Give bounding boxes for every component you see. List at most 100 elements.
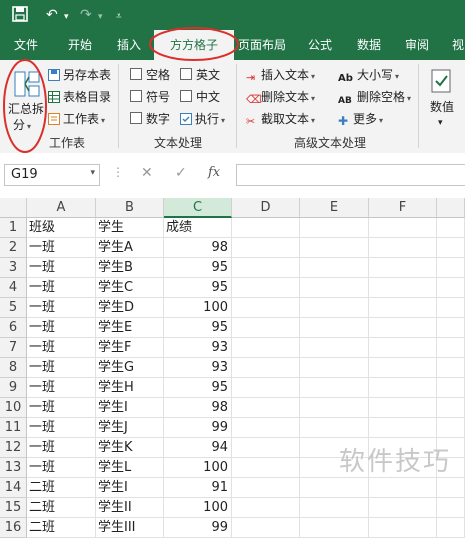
execute-button[interactable]: 执行 ▾ bbox=[180, 110, 225, 130]
cell-a[interactable]: 二班 bbox=[27, 478, 96, 498]
cell-empty[interactable] bbox=[369, 498, 437, 518]
cell-c[interactable]: 95 bbox=[164, 378, 232, 398]
cell-b[interactable]: 学生H bbox=[96, 378, 164, 398]
cell-c[interactable]: 93 bbox=[164, 338, 232, 358]
cell-b[interactable]: 学生D bbox=[96, 298, 164, 318]
row-header[interactable]: 13 bbox=[0, 458, 27, 478]
cell-empty[interactable] bbox=[369, 378, 437, 398]
cell-a[interactable]: 二班 bbox=[27, 518, 96, 538]
cell-empty[interactable] bbox=[437, 218, 465, 238]
cell-empty[interactable] bbox=[300, 398, 369, 418]
cell-a[interactable]: 班级 bbox=[27, 218, 96, 238]
tab-view[interactable]: 视 bbox=[452, 30, 464, 60]
cell-a[interactable]: 一班 bbox=[27, 458, 96, 478]
column-header-d[interactable]: D bbox=[232, 198, 300, 218]
save-sheet-button[interactable]: 另存本表 bbox=[48, 66, 111, 84]
cell-empty[interactable] bbox=[300, 238, 369, 258]
formula-input[interactable] bbox=[236, 164, 465, 186]
cell-empty[interactable] bbox=[369, 358, 437, 378]
cell-a[interactable]: 一班 bbox=[27, 418, 96, 438]
cell-empty[interactable] bbox=[369, 278, 437, 298]
row-header[interactable]: 3 bbox=[0, 258, 27, 278]
cell-a[interactable]: 一班 bbox=[27, 438, 96, 458]
cell-b[interactable]: 学生B bbox=[96, 258, 164, 278]
row-header[interactable]: 7 bbox=[0, 338, 27, 358]
cell-b[interactable]: 学生F bbox=[96, 338, 164, 358]
cell-a[interactable]: 一班 bbox=[27, 398, 96, 418]
cell-empty[interactable] bbox=[300, 298, 369, 318]
cell-a[interactable]: 一班 bbox=[27, 278, 96, 298]
tab-fangfang[interactable]: 方方格子 bbox=[154, 30, 234, 60]
worksheet-menu-button[interactable]: 工作表 ▾ bbox=[48, 110, 105, 130]
cell-a[interactable]: 一班 bbox=[27, 238, 96, 258]
cell-empty[interactable] bbox=[300, 478, 369, 498]
delete-text-button[interactable]: ⌫删除文本 ▾ bbox=[246, 88, 315, 108]
redo-icon[interactable]: ↷ bbox=[80, 6, 92, 24]
cell-b[interactable]: 学生I bbox=[96, 398, 164, 418]
cell-empty[interactable] bbox=[437, 378, 465, 398]
cell-empty[interactable] bbox=[369, 318, 437, 338]
cell-empty[interactable] bbox=[437, 358, 465, 378]
select-all-corner[interactable] bbox=[0, 198, 27, 218]
chevron-down-icon[interactable]: ▾ bbox=[64, 8, 69, 26]
cell-b[interactable]: 学生I bbox=[96, 478, 164, 498]
cell-empty[interactable] bbox=[300, 338, 369, 358]
column-header-g[interactable] bbox=[437, 198, 465, 218]
cell-empty[interactable] bbox=[437, 498, 465, 518]
split-summary-button[interactable]: 分 ▾ bbox=[13, 116, 31, 136]
name-box[interactable]: G19 ▾ bbox=[4, 164, 100, 186]
cell-empty[interactable] bbox=[437, 398, 465, 418]
cell-a[interactable]: 一班 bbox=[27, 378, 96, 398]
insert-function-icon[interactable]: fx bbox=[208, 165, 220, 180]
cell-c[interactable]: 100 bbox=[164, 298, 232, 318]
row-header[interactable]: 10 bbox=[0, 398, 27, 418]
chevron-down-icon[interactable]: ▾ bbox=[98, 8, 103, 26]
cell-empty[interactable] bbox=[437, 518, 465, 538]
cell-a[interactable]: 一班 bbox=[27, 298, 96, 318]
checkbox-number[interactable]: 数字 bbox=[130, 110, 170, 128]
row-header[interactable]: 11 bbox=[0, 418, 27, 438]
cell-c[interactable]: 98 bbox=[164, 238, 232, 258]
cell-c[interactable]: 93 bbox=[164, 358, 232, 378]
cell-empty[interactable] bbox=[437, 418, 465, 438]
row-header[interactable]: 9 bbox=[0, 378, 27, 398]
row-header[interactable]: 12 bbox=[0, 438, 27, 458]
cell-empty[interactable] bbox=[232, 398, 300, 418]
cell-empty[interactable] bbox=[232, 498, 300, 518]
row-header[interactable]: 8 bbox=[0, 358, 27, 378]
cell-empty[interactable] bbox=[369, 298, 437, 318]
cell-a[interactable]: 一班 bbox=[27, 338, 96, 358]
cell-c[interactable]: 100 bbox=[164, 498, 232, 518]
cell-c[interactable]: 99 bbox=[164, 418, 232, 438]
cell-empty[interactable] bbox=[232, 358, 300, 378]
cell-b[interactable]: 学生G bbox=[96, 358, 164, 378]
cell-c[interactable]: 98 bbox=[164, 398, 232, 418]
row-header[interactable]: 4 bbox=[0, 278, 27, 298]
cell-b[interactable]: 学生II bbox=[96, 498, 164, 518]
cell-empty[interactable] bbox=[369, 338, 437, 358]
row-header[interactable]: 6 bbox=[0, 318, 27, 338]
checkbox-space[interactable]: 空格 bbox=[130, 66, 170, 84]
cell-b[interactable]: 学生C bbox=[96, 278, 164, 298]
cell-empty[interactable] bbox=[437, 338, 465, 358]
cell-empty[interactable] bbox=[369, 218, 437, 238]
cell-b[interactable]: 学生L bbox=[96, 458, 164, 478]
more-button[interactable]: ✚ 更多 ▾ bbox=[338, 110, 383, 130]
cancel-icon[interactable]: ✕ bbox=[141, 165, 153, 181]
cell-empty[interactable] bbox=[232, 218, 300, 238]
cell-empty[interactable] bbox=[300, 378, 369, 398]
cell-empty[interactable] bbox=[369, 398, 437, 418]
cell-empty[interactable] bbox=[300, 518, 369, 538]
tab-formulas[interactable]: 公式 bbox=[308, 30, 332, 60]
row-header[interactable]: 1 bbox=[0, 218, 27, 238]
checkbox-chinese[interactable]: 中文 bbox=[180, 88, 220, 106]
chevron-down-icon[interactable]: ▾ bbox=[438, 114, 443, 132]
insert-text-button[interactable]: ⇥ 插入文本 ▾ bbox=[246, 66, 315, 86]
cell-a[interactable]: 一班 bbox=[27, 318, 96, 338]
cell-c[interactable]: 99 bbox=[164, 518, 232, 538]
cell-empty[interactable] bbox=[232, 478, 300, 498]
cell-c[interactable]: 91 bbox=[164, 478, 232, 498]
cell-empty[interactable] bbox=[232, 238, 300, 258]
column-header-b[interactable]: B bbox=[96, 198, 164, 218]
cell-empty[interactable] bbox=[232, 438, 300, 458]
